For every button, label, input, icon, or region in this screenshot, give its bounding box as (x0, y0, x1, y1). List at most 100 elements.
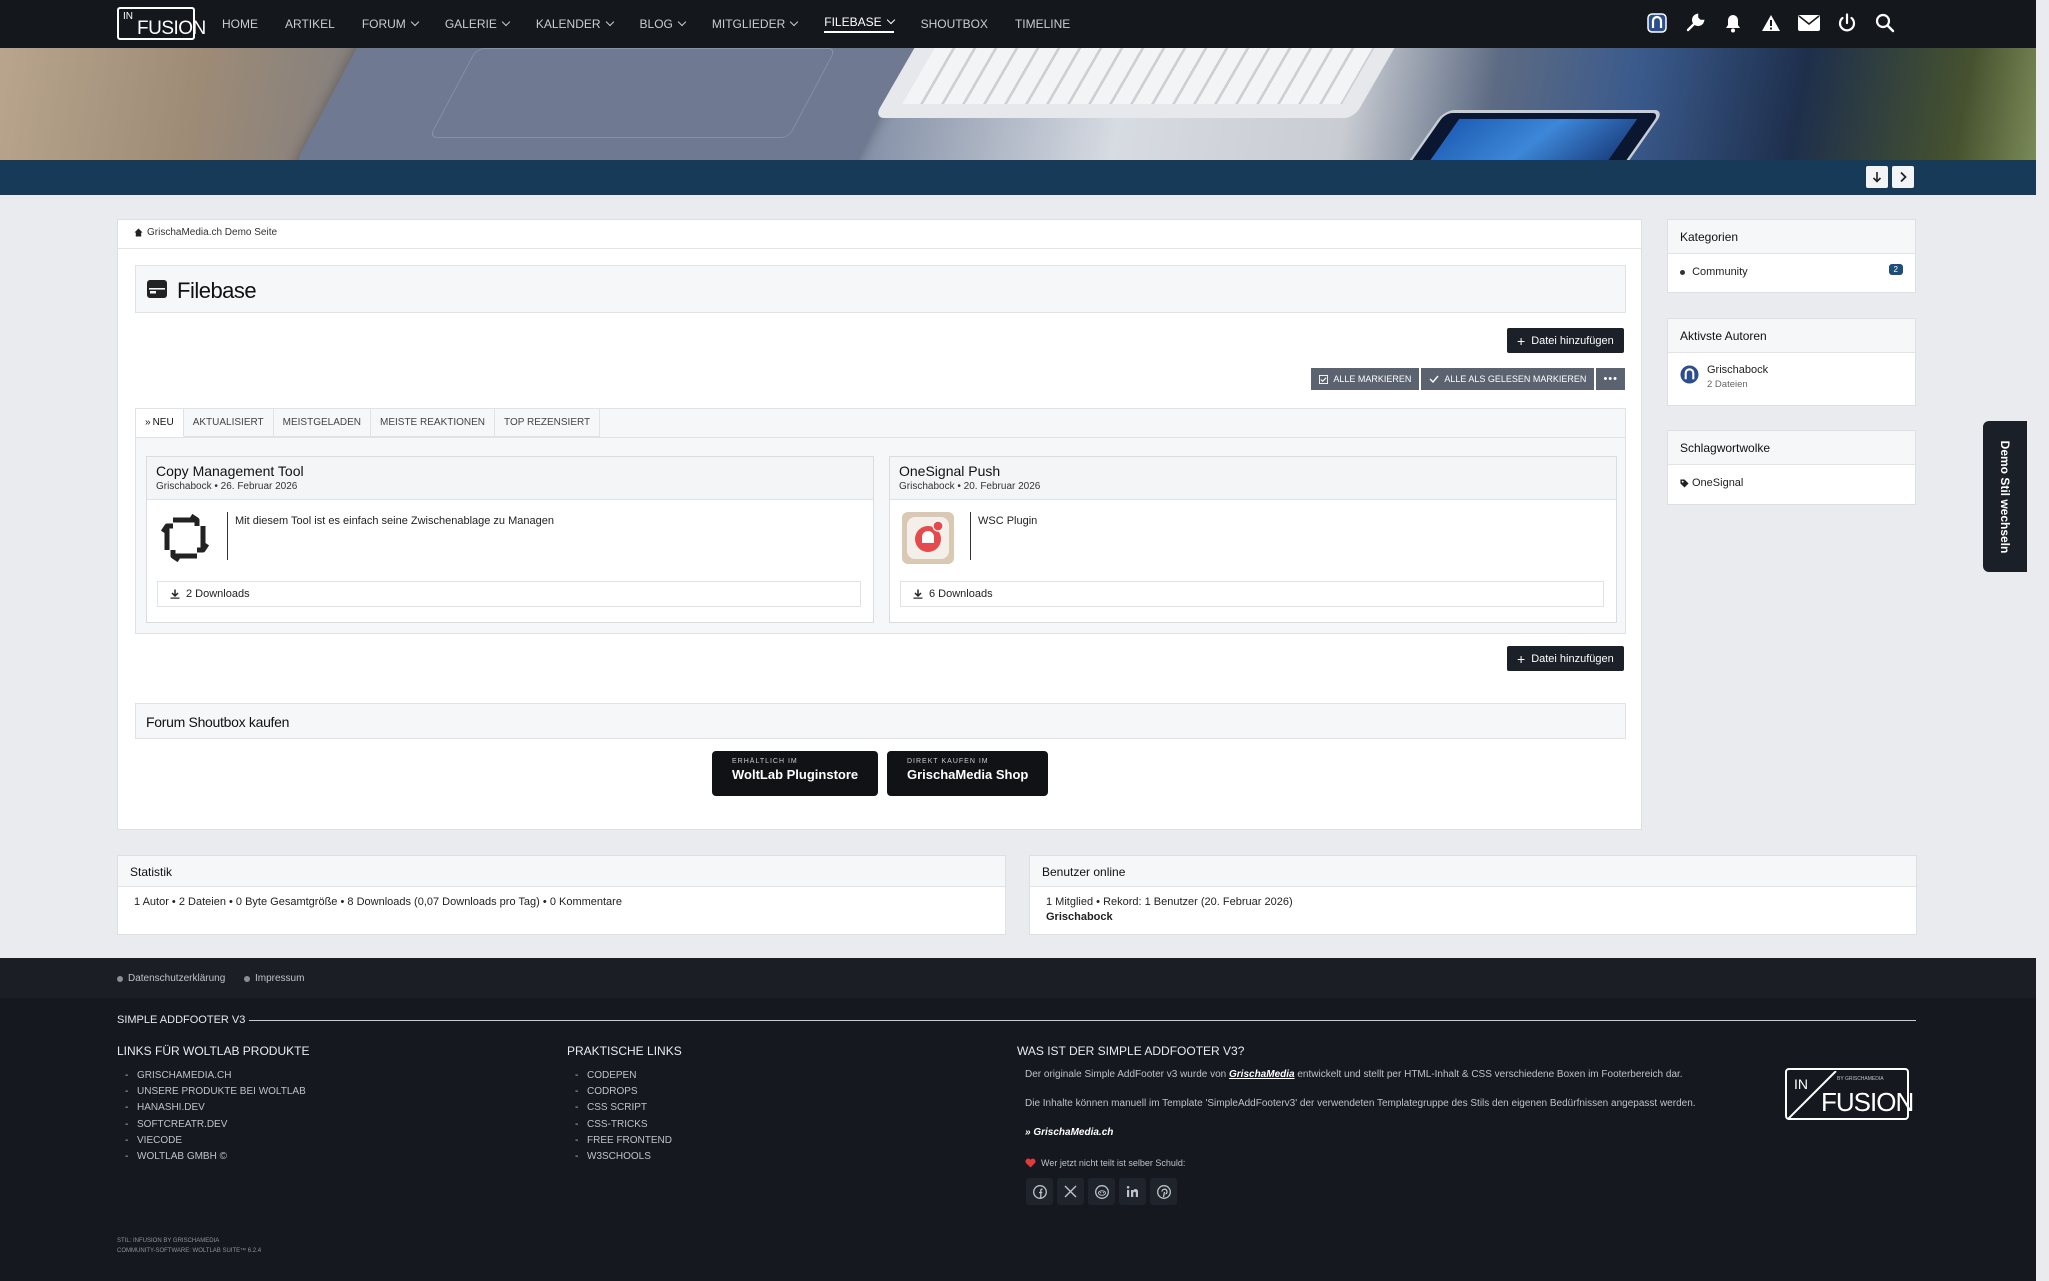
footer-link-imprint[interactable]: Impressum (244, 973, 304, 984)
file-card[interactable]: OneSignal Push Grischabock • 20. Februar… (889, 456, 1617, 623)
envelope-icon[interactable] (1798, 12, 1820, 34)
file-meta: Grischabock • 26. Februar 2026 (156, 481, 297, 492)
footer-link[interactable]: CSS SCRIPT (567, 1100, 672, 1116)
nav-home[interactable]: Home (222, 17, 258, 31)
tab-aktualisiert[interactable]: Aktualisiert (183, 409, 274, 437)
file-author[interactable]: Grischabock (899, 481, 955, 492)
user-avatar-icon[interactable] (1646, 12, 1668, 34)
warning-icon[interactable] (1760, 12, 1782, 34)
arrow-down-icon[interactable] (1866, 166, 1888, 188)
woltlab-pluginstore-button[interactable]: ERHÄLTLICH IM WoltLab Pluginstore (712, 751, 879, 796)
search-icon[interactable] (1874, 12, 1896, 34)
tab-meistgeladen[interactable]: Meistgeladen (273, 409, 371, 437)
footer-link[interactable]: CSS-TRICKS (567, 1117, 672, 1133)
footer-link[interactable]: HANASHI.DEV (117, 1100, 306, 1116)
tab-meiste-reaktionen[interactable]: Meiste Reaktionen (371, 409, 496, 437)
bell-icon[interactable] (1722, 12, 1744, 34)
pinterest-icon[interactable] (1150, 1178, 1177, 1205)
grischamedia-link[interactable]: GrischaMedia (1229, 1069, 1295, 1080)
store-button-label: GrischaMedia Shop (907, 767, 1029, 782)
nav-blog[interactable]: Blog (639, 17, 687, 31)
online-record: Rekord: 1 Benutzer (20. Februar 2026) (1103, 896, 1293, 908)
author-item[interactable]: Grischabock 2 Dateien (1668, 353, 1915, 390)
author-name[interactable]: Grischabock (1707, 364, 1903, 376)
nav-galerie-label: Galerie (444, 17, 497, 31)
breadcrumb[interactable]: GrischaMedia.ch Demo Seite (134, 227, 277, 238)
footer-link[interactable]: W3SCHOOLS (567, 1149, 672, 1165)
add-file-button-top[interactable]: + Datei hinzufügen (1507, 328, 1624, 353)
reddit-icon[interactable] (1088, 1178, 1115, 1205)
online-user-link[interactable]: Grischabock (1046, 911, 1113, 923)
footer-link[interactable]: UNSERE PRODUKTE BEI WOLTLAB (117, 1084, 306, 1100)
download-count[interactable]: 2 Downloads (157, 581, 861, 607)
tab-neu[interactable]: » Neu (136, 409, 184, 437)
nav-mitglieder[interactable]: Mitglieder (712, 17, 799, 31)
addfooter-title: SIMPLE ADDFOOTER V3 (117, 1014, 246, 1026)
x-twitter-icon[interactable] (1057, 1178, 1084, 1205)
file-description: WSC Plugin (978, 515, 1038, 527)
logo-fusion-text: FUSION (1821, 1087, 1914, 1117)
nav-filebase-label: Filebase (824, 15, 882, 29)
nav-artikel[interactable]: Artikel (285, 17, 335, 31)
file-title[interactable]: Copy Management Tool (156, 463, 304, 479)
footer-link[interactable]: SOFTCREATR.DEV (117, 1117, 306, 1133)
category-item-community[interactable]: Community 2 (1668, 254, 1915, 278)
banner-graphic-phone (1395, 110, 1665, 160)
tag-onesignal[interactable]: OneSignal (1668, 465, 1915, 489)
statistics-line: 1 Autor • 2 Dateien • 0 Byte Gesamtgröße… (134, 896, 622, 908)
file-card[interactable]: Copy Management Tool Grischabock • 26. F… (146, 456, 874, 623)
online-members: 1 Mitglied (1046, 896, 1094, 908)
footer-link[interactable]: CODROPS (567, 1084, 672, 1100)
grischamedia-site-link[interactable]: » GrischaMedia.ch (1025, 1127, 1113, 1138)
site-logo[interactable]: IN FUSION (117, 7, 206, 40)
logo-fusion-text: FUSION (137, 18, 206, 39)
footer-col-title: PRAKTISCHE LINKS (567, 1044, 682, 1058)
nav-home-label: Home (222, 17, 258, 31)
nav-forum[interactable]: Forum (362, 17, 420, 31)
tag-label: OneSignal (1692, 477, 1744, 489)
file-author[interactable]: Grischabock (156, 481, 212, 492)
download-count[interactable]: 6 Downloads (900, 581, 1604, 607)
mark-all-button[interactable]: Alle markieren (1311, 368, 1420, 390)
wrench-icon[interactable] (1684, 12, 1706, 34)
about-paragraph-2: Die Inhalte können manuell im Template '… (1025, 1098, 1696, 1109)
footer-col-links: GRISCHAMEDIA.CH UNSERE PRODUKTE BEI WOLT… (117, 1068, 306, 1165)
nav-shoutbox[interactable]: Shoutbox (921, 17, 988, 31)
footer-link[interactable]: VIECODE (117, 1133, 306, 1149)
stat-size: 0 Byte Gesamtgröße (235, 896, 338, 908)
nav-kalender[interactable]: Kalender (536, 17, 614, 31)
footer-link[interactable]: GRISCHAMEDIA.CH (117, 1068, 306, 1084)
description-divider (227, 512, 228, 560)
tab-meistgeladen-label: Meistgeladen (282, 417, 361, 428)
divider (118, 248, 1641, 249)
chevron-right-icon[interactable] (1892, 166, 1914, 188)
nav-galerie[interactable]: Galerie (444, 17, 511, 31)
separator-dot: • (542, 896, 550, 908)
bullet-icon (1680, 269, 1685, 275)
download-count-label: 6 Downloads (929, 588, 993, 600)
file-meta: Grischabock • 20. Februar 2026 (899, 481, 1040, 492)
demo-style-switch-tab[interactable]: Demo Stil wechseln (1983, 421, 2027, 572)
chevron-down-icon (886, 15, 895, 25)
nav-filebase[interactable]: Filebase (824, 15, 895, 33)
statistics-box: Statistik 1 Autor • 2 Dateien • 0 Byte G… (117, 855, 1006, 935)
linkedin-icon[interactable] (1119, 1178, 1146, 1205)
home-icon (134, 228, 143, 237)
stat-authors: 1 Autor (134, 896, 169, 908)
footer-link[interactable]: FREE FRONTEND (567, 1133, 672, 1149)
add-file-button-bottom[interactable]: + Datei hinzufügen (1507, 646, 1624, 671)
more-options-button[interactable]: ••• (1596, 368, 1625, 390)
grischamedia-shop-button[interactable]: DIREKT KAUFEN IM GrischaMedia Shop (887, 751, 1049, 796)
nav-timeline[interactable]: Timeline (1015, 17, 1070, 31)
power-icon[interactable] (1836, 12, 1858, 34)
file-title[interactable]: OneSignal Push (899, 463, 1000, 479)
facebook-icon[interactable] (1026, 1178, 1053, 1205)
footer-link[interactable]: CODEPEN (567, 1068, 672, 1084)
mark-all-read-button[interactable]: Alle als gelesen markieren (1421, 368, 1595, 390)
tab-top-rezensiert[interactable]: Top Rezensiert (495, 409, 601, 437)
nav-blog-label: Blog (639, 17, 673, 31)
chevron-down-icon (677, 17, 687, 27)
footer-link-privacy[interactable]: Datenschutzerklärung (117, 973, 225, 984)
description-divider (970, 512, 971, 560)
footer-link[interactable]: WOLTLAB GMBH © (117, 1149, 306, 1165)
